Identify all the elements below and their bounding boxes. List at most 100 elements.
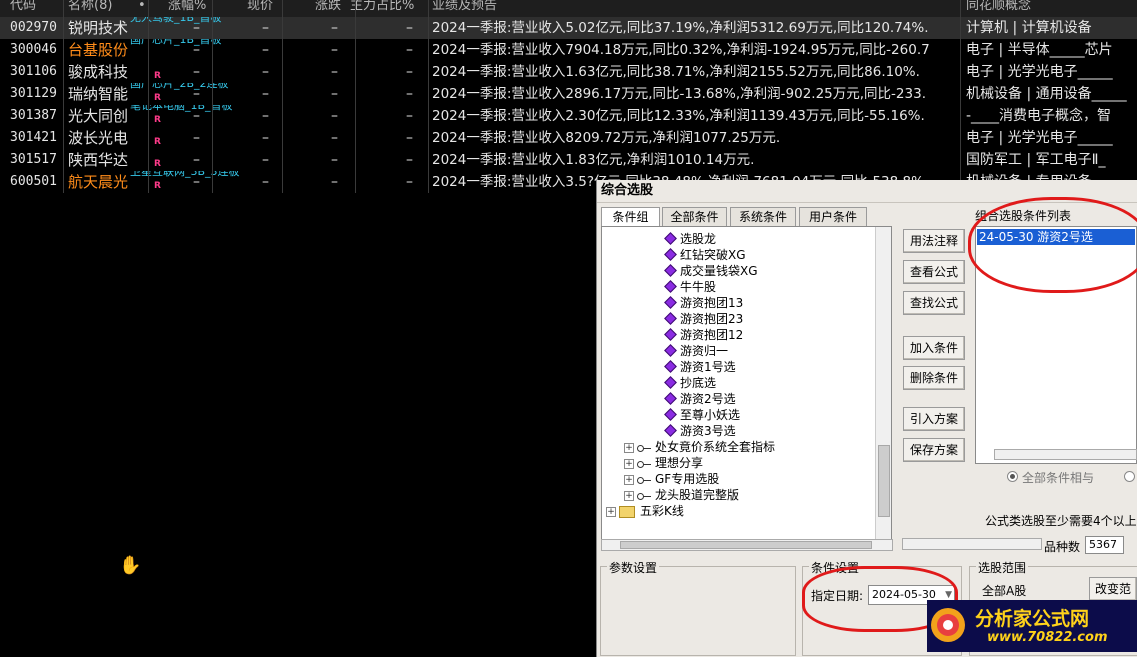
column-divider — [960, 0, 961, 193]
col-header-code[interactable]: 代码 — [10, 0, 36, 13]
tree-item[interactable]: 红钻突破XG — [664, 247, 746, 263]
tree-item[interactable]: 游资抱团13 — [664, 295, 743, 311]
tree-horizontal-scrollbar[interactable] — [601, 539, 893, 551]
tree-item[interactable]: 抄底选 — [664, 375, 716, 391]
change-pct: – — [193, 20, 200, 36]
tree-horizontal-thumb[interactable] — [620, 541, 872, 549]
main-force-ratio: – — [406, 42, 413, 58]
price: – — [262, 174, 269, 190]
performance: 2024一季报:营业收入1.83亿元,净利润1010.14万元. — [432, 152, 755, 168]
expand-icon[interactable]: + — [624, 458, 634, 469]
column-divider — [282, 0, 283, 193]
stock-name: 航天晨光 — [68, 173, 129, 191]
main-force-ratio: – — [406, 152, 413, 168]
stock-name: 锐明技术 — [68, 19, 129, 37]
tree-item-label: 五彩K线 — [640, 504, 684, 518]
tree-item-label: 选股龙 — [680, 232, 717, 246]
col-header-change[interactable]: 涨跌 — [315, 0, 341, 13]
rz-marker: R — [154, 93, 161, 103]
tree-item[interactable]: + 理想分享 — [624, 455, 703, 471]
col-header-change-pct[interactable]: 涨幅% — [168, 0, 206, 13]
delete-condition-button[interactable]: 删除条件 — [903, 366, 965, 390]
tab-all-conditions[interactable]: 全部条件 — [662, 207, 727, 228]
tree-item[interactable]: + 龙头股道完整版 — [624, 487, 739, 503]
concept: 电子 | 光学光电子_____ — [966, 130, 1113, 146]
add-condition-button[interactable]: 加入条件 — [903, 336, 965, 360]
col-header-dot[interactable]: • — [138, 0, 146, 13]
tree-item[interactable]: 游资抱团12 — [664, 327, 743, 343]
find-formula-button[interactable]: 查找公式 — [903, 291, 965, 315]
tree-item[interactable]: 至尊小妖选 — [664, 407, 740, 423]
expand-icon[interactable]: + — [624, 442, 634, 453]
tree-item[interactable]: 游资抱团23 — [664, 311, 743, 327]
condition-list-scrollbar[interactable] — [994, 449, 1137, 460]
tree-item-label: GF专用选股 — [655, 472, 720, 486]
tab-condition-group[interactable]: 条件组 — [601, 207, 660, 228]
tab-system-conditions[interactable]: 系统条件 — [730, 207, 796, 228]
col-header-price[interactable]: 现价 — [247, 0, 273, 13]
tree-item[interactable]: + GF专用选股 — [624, 471, 719, 487]
table-row[interactable]: 300046 台基股份 国产芯片_1B_首板 – – – –2024一季报:营业收入7904… — [0, 39, 1137, 61]
table-row[interactable]: 301517 陕西华达 R – – – – 2024一季报:营业收入1.83亿元,净利润101… — [0, 149, 1137, 171]
change-pct: – — [193, 130, 200, 146]
save-scheme-button[interactable]: 保存方案 — [903, 438, 965, 462]
stock-code: 002970 — [10, 20, 57, 35]
board-tag: 国产芯片_2B_2连板 — [130, 83, 229, 90]
tree-item-label: 理想分享 — [655, 456, 704, 470]
col-header-name[interactable]: 名称(8) — [68, 0, 112, 13]
tree-item[interactable]: 游资归一 — [664, 343, 728, 359]
expand-icon[interactable]: + — [624, 474, 634, 485]
expand-icon[interactable]: + — [606, 506, 616, 517]
radio-all-and[interactable] — [1007, 471, 1018, 482]
tree-scrollbar-thumb[interactable] — [878, 445, 890, 517]
change: – — [331, 174, 338, 190]
main-force-ratio: – — [406, 64, 413, 80]
table-row[interactable]: 301387 光大同创 笔记本电脑_1B_首板 R – – – – 2024一季报:营业收入2.… — [0, 105, 1137, 127]
table-row[interactable]: 002970 锐明技术 无人驾驶_1B_首板 – – – –2024一季报:营业收入5.02… — [0, 17, 1137, 39]
tree-item[interactable]: 游资2号选 — [664, 391, 736, 407]
col-header-main-force[interactable]: 主力占比% — [350, 0, 414, 13]
table-row[interactable]: 301106 骏成科技 R – – – – 2024一季报:营业收入1.63亿元,同比38.7… — [0, 61, 1137, 83]
change: – — [331, 130, 338, 146]
tab-user-conditions[interactable]: 用户条件 — [799, 207, 867, 228]
range-group-title: 选股范围 — [976, 559, 1029, 576]
table-row[interactable]: 301129 瑞纳智能 国产芯片_2B_2连板 R – – – – 2024一季报:营业收入28… — [0, 83, 1137, 105]
view-formula-button[interactable]: 查看公式 — [903, 260, 965, 284]
import-scheme-button[interactable]: 引入方案 — [903, 407, 965, 431]
tree-item[interactable]: + 处女竟价系统全套指标 — [624, 439, 775, 455]
param-settings-title: 参数设置 — [607, 559, 660, 576]
formula-diamond-icon — [664, 232, 677, 245]
formula-diamond-icon — [664, 344, 677, 357]
annotation-circle — [968, 197, 1137, 293]
usage-notes-button[interactable]: 用法注释 — [903, 229, 965, 253]
stock-code: 301387 — [10, 108, 57, 123]
table-row[interactable]: 301421 波长光电 R – – – – 2024一季报:营业收入8209.72万元,净利润… — [0, 127, 1137, 149]
formula-diamond-icon — [664, 264, 677, 277]
key-icon — [637, 492, 651, 500]
tree-item[interactable]: 游资3号选 — [664, 423, 736, 439]
logo-text: 分析家公式网 — [975, 608, 1090, 630]
rz-marker: R — [154, 71, 161, 81]
change-range-button[interactable]: 改变范 — [1089, 577, 1137, 601]
concept: 计算机 | 计算机设备 — [966, 20, 1092, 36]
col-header-performance[interactable]: 业绩及预告 — [432, 0, 497, 13]
tree-item[interactable]: 选股龙 — [664, 231, 717, 247]
key-icon — [637, 476, 651, 484]
performance: 2024一季报:营业收入5.02亿元,同比37.19%,净利润5312.69万元… — [432, 20, 929, 36]
tree-item-label: 处女竟价系统全套指标 — [655, 440, 776, 454]
formula-tree[interactable]: 选股龙 红钻突破XG 成交量钱袋XG 牛牛股 游资抱团13 游资抱团23 游资抱团12 游资归… — [601, 226, 892, 541]
main-force-ratio: – — [406, 130, 413, 146]
tree-item[interactable]: 成交量钱袋XG — [664, 263, 758, 279]
tree-item[interactable]: + 五彩K线 — [606, 503, 684, 519]
tree-item[interactable]: 游资1号选 — [664, 359, 736, 375]
col-header-concept[interactable]: 同花顺概念 — [966, 0, 1031, 13]
concept: 电子 | 半导体_____芯片 — [966, 42, 1113, 58]
expand-icon[interactable]: + — [624, 490, 634, 501]
radio-any-or[interactable] — [1124, 471, 1135, 482]
tree-item[interactable]: 牛牛股 — [664, 279, 716, 295]
change: – — [331, 108, 338, 124]
radio-all-and-label: 全部条件相与 — [1022, 471, 1095, 485]
price: – — [262, 130, 269, 146]
tree-scrollbar[interactable] — [875, 227, 891, 539]
formula-note: 公式类选股至少需要4个以上 — [985, 514, 1137, 528]
